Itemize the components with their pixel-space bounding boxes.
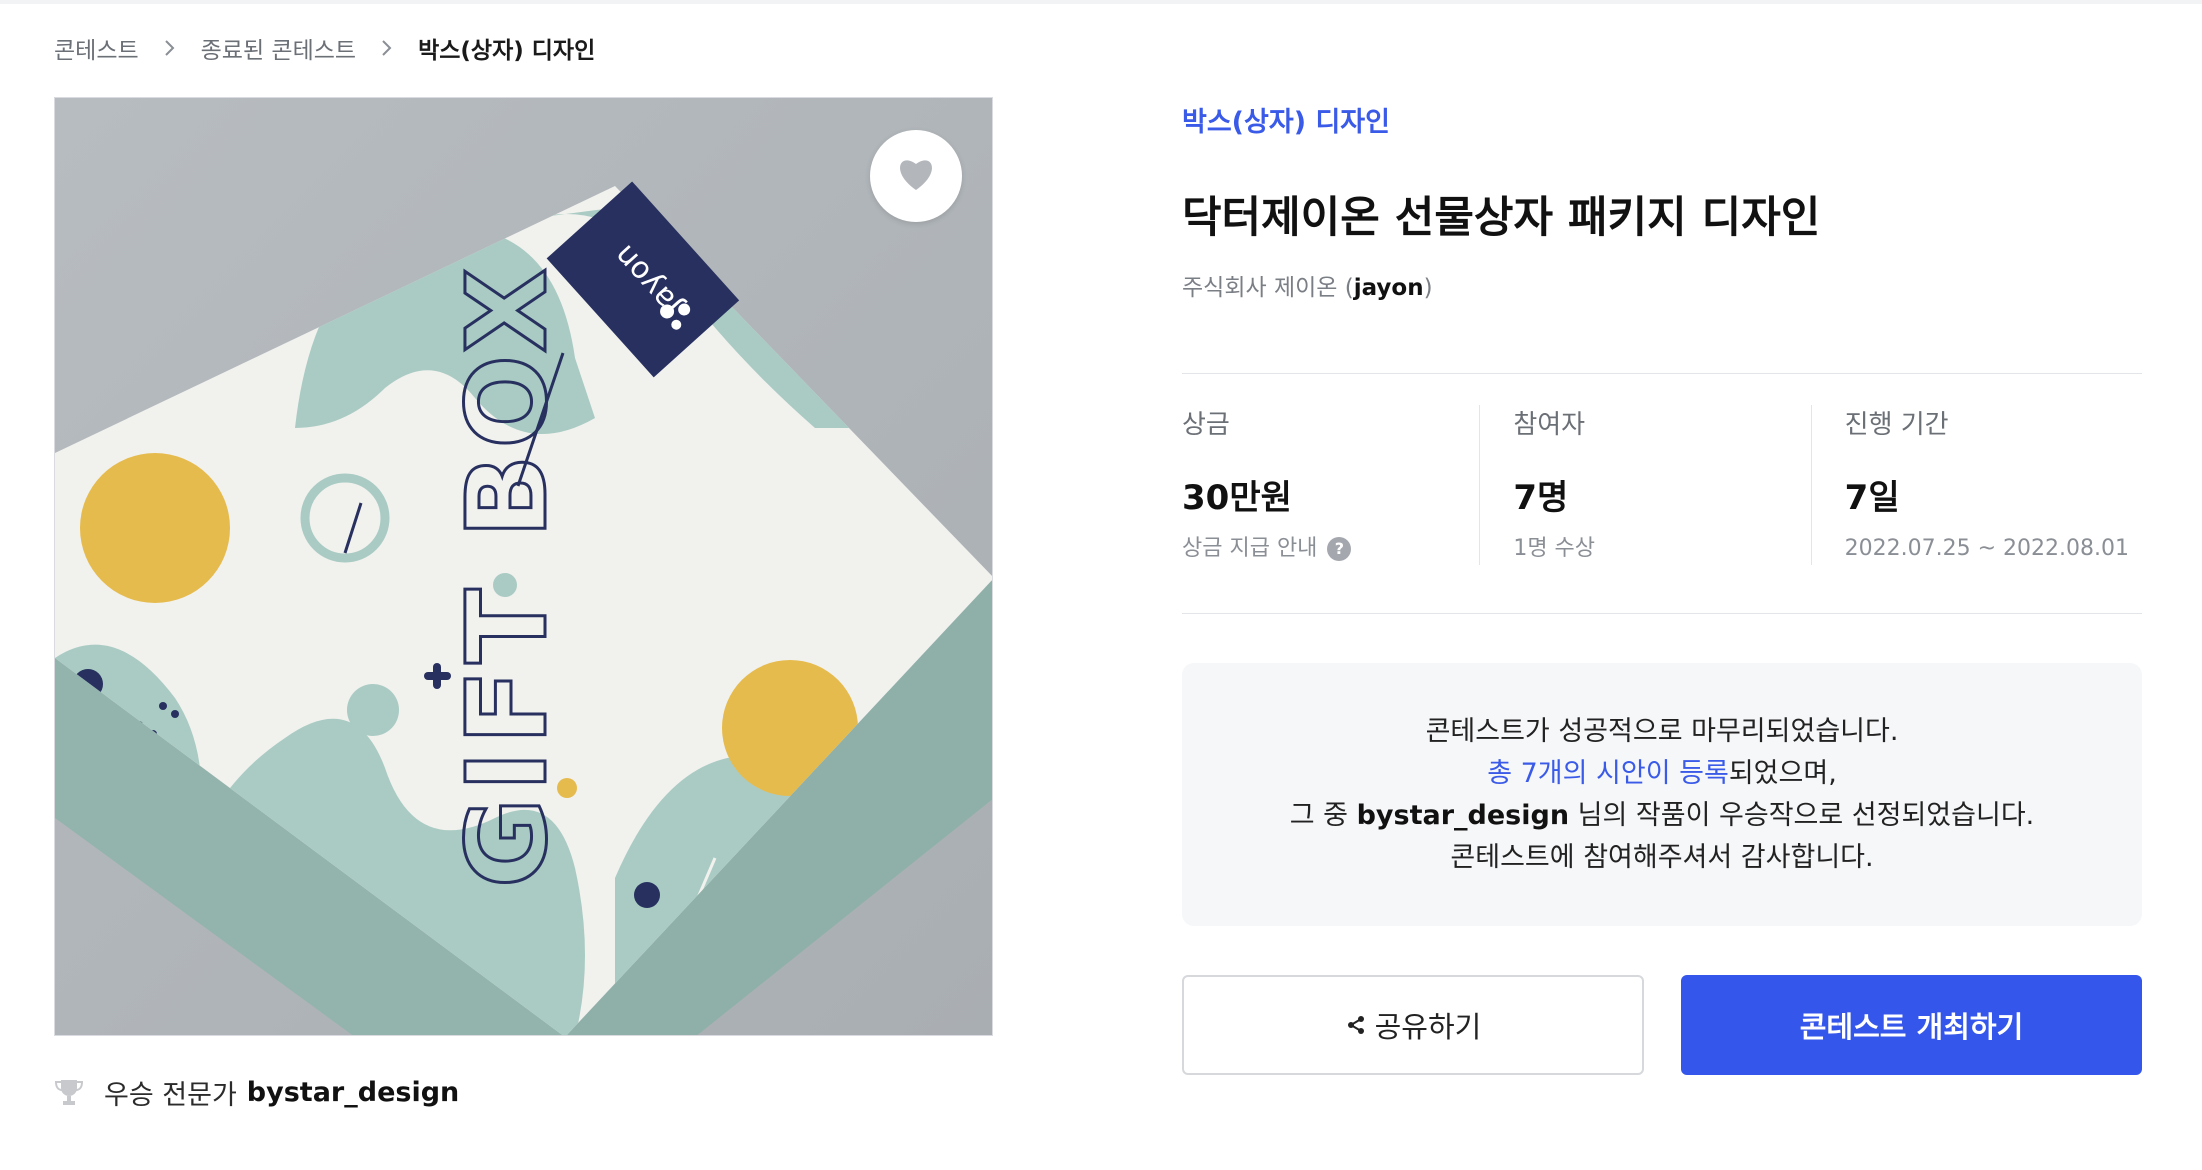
prize-payment-info[interactable]: 상금 지급 안내 ? — [1182, 533, 1479, 565]
breadcrumb-item-current: 박스(상자) 디자인 — [418, 38, 596, 64]
stat-duration: 진행 기간 7일 2022.07.25 ~ 2022.08.01 — [1810, 405, 2142, 565]
winner-name[interactable]: bystar_design — [247, 1077, 459, 1108]
stat-prize: 상금 30만원 상금 지급 안내 ? — [1182, 405, 1479, 565]
share-icon — [1345, 1014, 1367, 1036]
divider — [1182, 373, 2142, 374]
breadcrumb-item-ended[interactable]: 종료된 콘테스트 — [201, 31, 356, 65]
notice-line: 그 중 bystar_design 님의 작품이 우승작으로 선정되었습니다. — [1289, 799, 2035, 831]
stat-participants: 참여자 7명 1명 수상 — [1479, 405, 1810, 565]
notice-line: 총 7개의 시안이 등록되었으며, — [1487, 757, 1837, 789]
share-button[interactable]: 공유하기 — [1182, 975, 1644, 1075]
stat-sub: 1명 수상 — [1513, 536, 1596, 561]
top-border — [0, 0, 2202, 4]
divider — [1182, 613, 2142, 614]
share-label: 공유하기 — [1374, 1010, 1482, 1044]
stat-value: 7일 — [1844, 478, 1900, 518]
heart-icon — [896, 156, 936, 196]
like-button[interactable] — [870, 130, 962, 222]
chevron-right-icon — [380, 40, 394, 56]
winner-name-inline: bystar_design — [1356, 799, 1570, 831]
stat-label: 상금 — [1182, 410, 1230, 440]
contest-host: 주식회사 제이온 (jayon) — [1182, 275, 1433, 301]
gift-box-illustration: GIFT BOX Jayon — [55, 98, 992, 1035]
host-contest-button[interactable]: 콘테스트 개최하기 — [1681, 975, 2142, 1075]
stat-value: 30만원 — [1182, 478, 1292, 518]
notice-line: 콘테스트에 참여해주셔서 감사합니다. — [1450, 841, 1874, 873]
help-icon[interactable]: ? — [1327, 537, 1352, 561]
contest-image[interactable]: GIFT BOX Jayon — [54, 97, 993, 1036]
host-name: 주식회사 제이온 — [1182, 275, 1338, 301]
notice-line: 콘테스트가 성공적으로 마무리되었습니다. — [1425, 715, 1899, 747]
host-id[interactable]: jayon — [1354, 275, 1424, 301]
submissions-link[interactable]: 총 7개의 시안이 등록 — [1487, 758, 1729, 789]
contest-title: 닥터제이온 선물상자 패키지 디자인 — [1182, 193, 1821, 243]
stat-sub: 2022.07.25 ~ 2022.08.01 — [1844, 536, 2130, 561]
winner-label: 우승 전문가 — [104, 1079, 237, 1111]
trophy-icon — [54, 1077, 84, 1107]
stat-label: 진행 기간 — [1844, 410, 1949, 440]
chevron-right-icon — [163, 40, 177, 56]
svg-text:GIFT BOX: GIFT BOX — [443, 262, 571, 888]
contest-stats: 상금 30만원 상금 지급 안내 ? 참여자 7명 1명 수상 진행 기간 7일… — [1182, 405, 2142, 565]
breadcrumb-item-contest[interactable]: 콘테스트 — [54, 31, 139, 65]
stat-sub: 상금 지급 안내 — [1182, 536, 1318, 561]
winner-info: 우승 전문가 bystar_design — [54, 1072, 459, 1112]
contest-category[interactable]: 박스(상자) 디자인 — [1182, 100, 1390, 139]
breadcrumb: 콘테스트 종료된 콘테스트 박스(상자) 디자인 — [54, 30, 595, 66]
stat-label: 참여자 — [1513, 410, 1586, 440]
stat-value: 7명 — [1513, 478, 1569, 518]
contest-result-notice: 콘테스트가 성공적으로 마무리되었습니다. 총 7개의 시안이 등록되었으며, … — [1182, 663, 2142, 926]
